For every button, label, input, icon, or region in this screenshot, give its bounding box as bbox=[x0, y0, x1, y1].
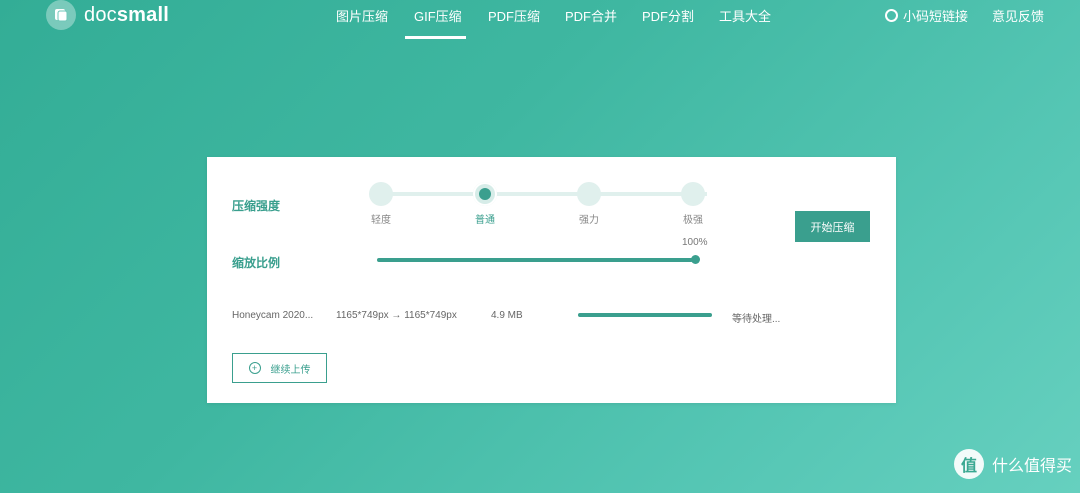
strength-label-strong: 强力 bbox=[579, 215, 599, 226]
scale-percent: 100% bbox=[682, 237, 708, 248]
watermark-logo: 值 bbox=[953, 449, 984, 479]
continue-upload-label: 继续上传 bbox=[270, 364, 311, 376]
strength-track bbox=[382, 192, 707, 196]
nav-pdf-split[interactable]: PDF分割 bbox=[642, 6, 694, 25]
file-size: 4.9 MB bbox=[491, 310, 523, 321]
nav-pdf-merge[interactable]: PDF合并 bbox=[565, 6, 617, 25]
strength-label-normal: 普通 bbox=[475, 215, 495, 226]
watermark: 值 什么值得买 bbox=[953, 449, 1072, 479]
file-progress-fill bbox=[578, 313, 712, 317]
logo-icon bbox=[46, 0, 76, 30]
continue-upload-button[interactable]: + 继续上传 bbox=[232, 353, 327, 383]
short-link[interactable]: 小码短链接 bbox=[903, 6, 968, 25]
watermark-text: 什么值得买 bbox=[991, 458, 1072, 475]
file-status: 等待处理... bbox=[732, 314, 781, 325]
strength-option-light[interactable] bbox=[369, 182, 393, 206]
nav-image-compress[interactable]: 图片压缩 bbox=[336, 6, 388, 25]
logo-text: docsmall bbox=[84, 3, 170, 26]
logo[interactable]: docsmall bbox=[46, 0, 169, 30]
file-name: Honeycam 2020... bbox=[232, 310, 314, 321]
scale-label: 缩放比例 bbox=[232, 256, 281, 270]
file-progress-bar bbox=[578, 313, 712, 317]
compress-panel: 压缩强度 轻度 普通 强力 极强 缩放比例 100% 开始压缩 Honeycam… bbox=[207, 157, 896, 403]
strength-option-normal[interactable] bbox=[473, 182, 497, 206]
top-nav-bar: docsmall 图片压缩 GIF压缩 PDF压缩 PDF合并 PDF分割 工具… bbox=[0, 0, 1080, 40]
scale-slider-handle[interactable] bbox=[691, 255, 700, 264]
strength-option-extreme[interactable] bbox=[681, 182, 705, 206]
start-compress-button[interactable]: 开始压缩 bbox=[795, 211, 870, 242]
file-dimensions: 1165*749px → 1165*749px bbox=[336, 310, 457, 321]
header-links: 小码短链接 意见反馈 bbox=[884, 6, 1044, 25]
plus-circle-icon: + bbox=[248, 362, 261, 374]
feedback-link[interactable]: 意见反馈 bbox=[992, 6, 1044, 25]
strength-label: 压缩强度 bbox=[232, 199, 281, 213]
scale-slider-track[interactable] bbox=[377, 258, 693, 262]
active-tab-indicator bbox=[405, 36, 466, 39]
link-circle-icon bbox=[884, 9, 898, 22]
strength-option-strong[interactable] bbox=[577, 182, 601, 206]
nav-pdf-compress[interactable]: PDF压缩 bbox=[488, 6, 540, 25]
strength-label-extreme: 极强 bbox=[683, 215, 703, 226]
nav-tools[interactable]: 工具大全 bbox=[719, 6, 771, 25]
strength-label-light: 轻度 bbox=[371, 215, 391, 226]
nav-gif-compress[interactable]: GIF压缩 bbox=[414, 6, 462, 25]
